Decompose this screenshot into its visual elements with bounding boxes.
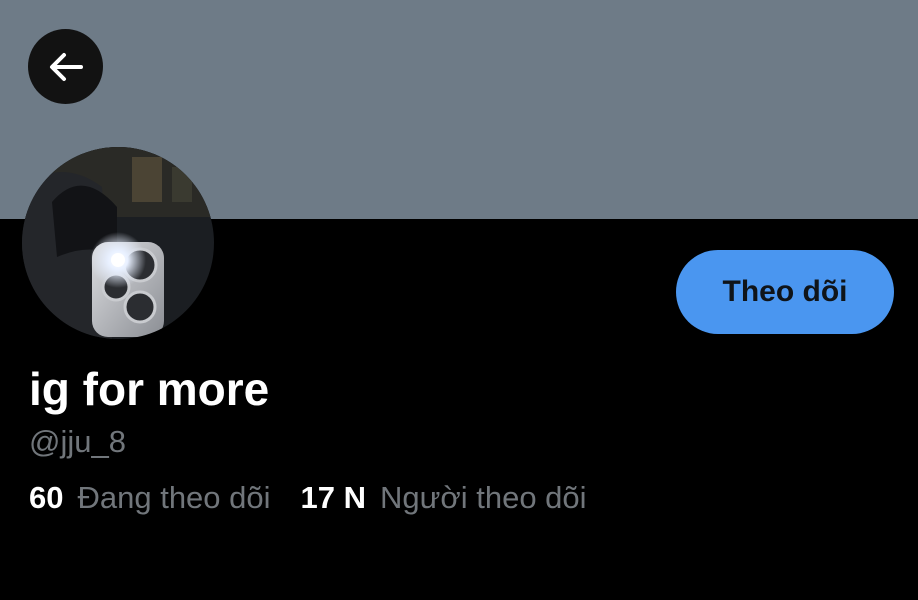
followers-label: Người theo dõi xyxy=(380,480,587,515)
arrow-left-icon xyxy=(49,52,83,81)
following-stat[interactable]: 60 Đang theo dõi xyxy=(29,480,271,516)
profile-page: Theo dõi ig for more @jju_8 60 Đang theo… xyxy=(0,0,918,600)
avatar[interactable] xyxy=(22,147,214,339)
display-name: ig for more xyxy=(29,363,270,415)
followers-stat[interactable]: 17 N Người theo dõi xyxy=(301,480,587,516)
back-button[interactable] xyxy=(28,29,103,104)
avatar-photo xyxy=(22,147,214,339)
profile-stats: 60 Đang theo dõi 17 N Người theo dõi xyxy=(29,480,587,516)
following-count: 60 xyxy=(29,480,64,515)
follow-button[interactable]: Theo dõi xyxy=(676,250,894,334)
profile-handle: @jju_8 xyxy=(29,424,126,459)
followers-count: 17 N xyxy=(300,480,367,515)
following-label: Đang theo dõi xyxy=(77,480,271,515)
